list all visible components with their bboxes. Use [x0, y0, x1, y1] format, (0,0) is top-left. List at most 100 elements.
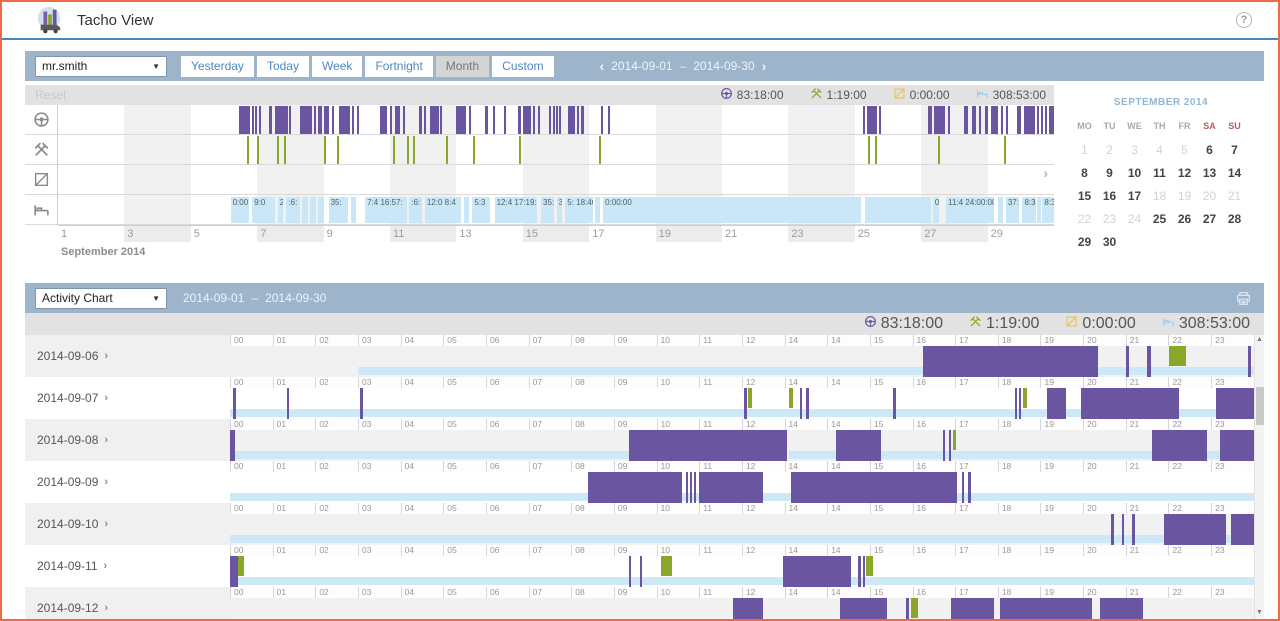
hour-label: 07 [529, 587, 572, 598]
work-bar [868, 136, 870, 164]
work-bar [599, 136, 601, 164]
day-label[interactable]: 2014-09-08› [25, 419, 230, 461]
calendar-day[interactable]: 27 [1197, 208, 1222, 231]
user-select[interactable]: mr.smith ▼ [35, 56, 167, 77]
range-button-today[interactable]: Today [257, 56, 309, 77]
day-label[interactable]: 2014-09-07› [25, 377, 230, 419]
hour-label: 08 [571, 377, 614, 388]
drive-bar [1081, 388, 1179, 419]
calendar-collapse-icon[interactable]: › [1043, 165, 1048, 181]
hour-label: 14 [827, 377, 870, 388]
day-label[interactable]: 2014-09-06› [25, 335, 230, 377]
scroll-down-icon[interactable]: ▼ [1255, 608, 1264, 618]
day-label[interactable]: 2014-09-12› [25, 587, 230, 619]
day-timeline: 0001020304050607080910111214141516171819… [230, 587, 1254, 619]
drive-bar [380, 106, 387, 134]
hour-label: 23 [1211, 503, 1254, 514]
calendar-day[interactable]: 16 [1097, 185, 1122, 208]
drive-bar [1041, 106, 1043, 134]
day-label[interactable]: 2014-09-11› [25, 545, 230, 587]
hour-label: 01 [273, 335, 316, 346]
day-row: 2014-09-06›00010203040506070809101112141… [25, 335, 1264, 377]
rest-bar: :6: [286, 197, 299, 223]
next-chevron-icon[interactable]: › [762, 58, 767, 74]
drive-bar [456, 106, 466, 134]
expand-chevron-icon[interactable]: › [104, 434, 108, 446]
day-label[interactable]: 2014-09-10› [25, 503, 230, 545]
drive-bar [300, 106, 311, 134]
availability-icon [25, 165, 58, 195]
calendar-day[interactable]: 25 [1147, 208, 1172, 231]
hour-label: 20 [1083, 503, 1126, 514]
calendar-day[interactable]: 30 [1097, 231, 1122, 254]
vertical-scrollbar[interactable]: ▲ ▼ [1254, 335, 1264, 619]
calendar-day[interactable]: 17 [1122, 185, 1147, 208]
calendar-day[interactable]: 28 [1222, 208, 1247, 231]
calendar-day[interactable]: 8 [1072, 162, 1097, 185]
calendar-day[interactable]: 13 [1197, 162, 1222, 185]
calendar-day[interactable]: 29 [1072, 231, 1097, 254]
range-button-yesterday[interactable]: Yesterday [181, 56, 254, 77]
hour-label: 16 [913, 587, 956, 598]
calendar-day[interactable]: 10 [1122, 162, 1147, 185]
calendar-day[interactable]: 11 [1147, 162, 1172, 185]
drive-bar [1037, 106, 1039, 134]
help-icon[interactable]: ? [1236, 12, 1252, 28]
work-bar [413, 136, 415, 164]
range-button-month[interactable]: Month [436, 56, 489, 77]
chart-type-select[interactable]: Activity Chart ▼ [35, 288, 167, 309]
expand-chevron-icon[interactable]: › [104, 560, 108, 572]
top-stats-bar: Reset 83:18:001:19:000:00:00308:53:00 [25, 85, 1054, 105]
drive-bar [1000, 598, 1092, 619]
range-button-week[interactable]: Week [312, 56, 362, 77]
hour-label: 16 [913, 377, 956, 388]
drive-bar [791, 472, 957, 503]
expand-chevron-icon[interactable]: › [104, 602, 108, 614]
prev-chevron-icon[interactable]: ‹ [600, 58, 605, 74]
calendar-day[interactable]: 14 [1222, 162, 1247, 185]
hour-label: 17 [955, 419, 998, 430]
section-range-to: 2014-09-30 [265, 291, 326, 305]
chevron-down-icon: ▼ [152, 62, 160, 71]
day-label[interactable]: 2014-09-09› [25, 461, 230, 503]
range-button-custom[interactable]: Custom [492, 56, 553, 77]
hour-label: 11 [699, 461, 742, 472]
drive-bar [332, 106, 334, 134]
range-button-fortnight[interactable]: Fortnight [365, 56, 432, 77]
axis-day-tick: 15 [526, 228, 538, 240]
hour-label: 00 [230, 377, 273, 388]
expand-chevron-icon[interactable]: › [104, 392, 108, 404]
hour-label: 20 [1083, 335, 1126, 346]
drive-bar [629, 556, 632, 587]
hour-label: 01 [273, 419, 316, 430]
chart-type-value: Activity Chart [42, 291, 113, 305]
calendar-empty-cell [1122, 231, 1147, 254]
calendar-day[interactable]: 15 [1072, 185, 1097, 208]
drive-bar [1231, 514, 1254, 545]
drive-bar [556, 106, 558, 134]
scroll-thumb[interactable] [1256, 387, 1264, 425]
hour-label: 10 [657, 335, 700, 346]
calendar-day[interactable]: 9 [1097, 162, 1122, 185]
calendar-day[interactable]: 7 [1222, 139, 1247, 162]
print-button[interactable] [1235, 290, 1252, 307]
hour-label: 02 [315, 461, 358, 472]
expand-chevron-icon[interactable]: › [104, 350, 108, 362]
calendar-day[interactable]: 6 [1197, 139, 1222, 162]
calendar-day[interactable]: 12 [1172, 162, 1197, 185]
drive-bar [733, 598, 763, 619]
work-bar [277, 136, 279, 164]
expand-chevron-icon[interactable]: › [104, 518, 108, 530]
calendar-day[interactable]: 26 [1172, 208, 1197, 231]
work-bar [393, 136, 395, 164]
work-bar [938, 136, 940, 164]
hour-label: 12 [742, 377, 785, 388]
drive-bar [928, 106, 932, 134]
hour-label: 08 [571, 419, 614, 430]
axis-day-tick: 9 [327, 228, 333, 240]
expand-chevron-icon[interactable]: › [104, 476, 108, 488]
reset-button[interactable]: Reset [25, 88, 66, 102]
stat-rest: 308:53:00 [1162, 315, 1250, 333]
scroll-up-icon[interactable]: ▲ [1255, 335, 1264, 345]
drive-bar [275, 106, 287, 134]
